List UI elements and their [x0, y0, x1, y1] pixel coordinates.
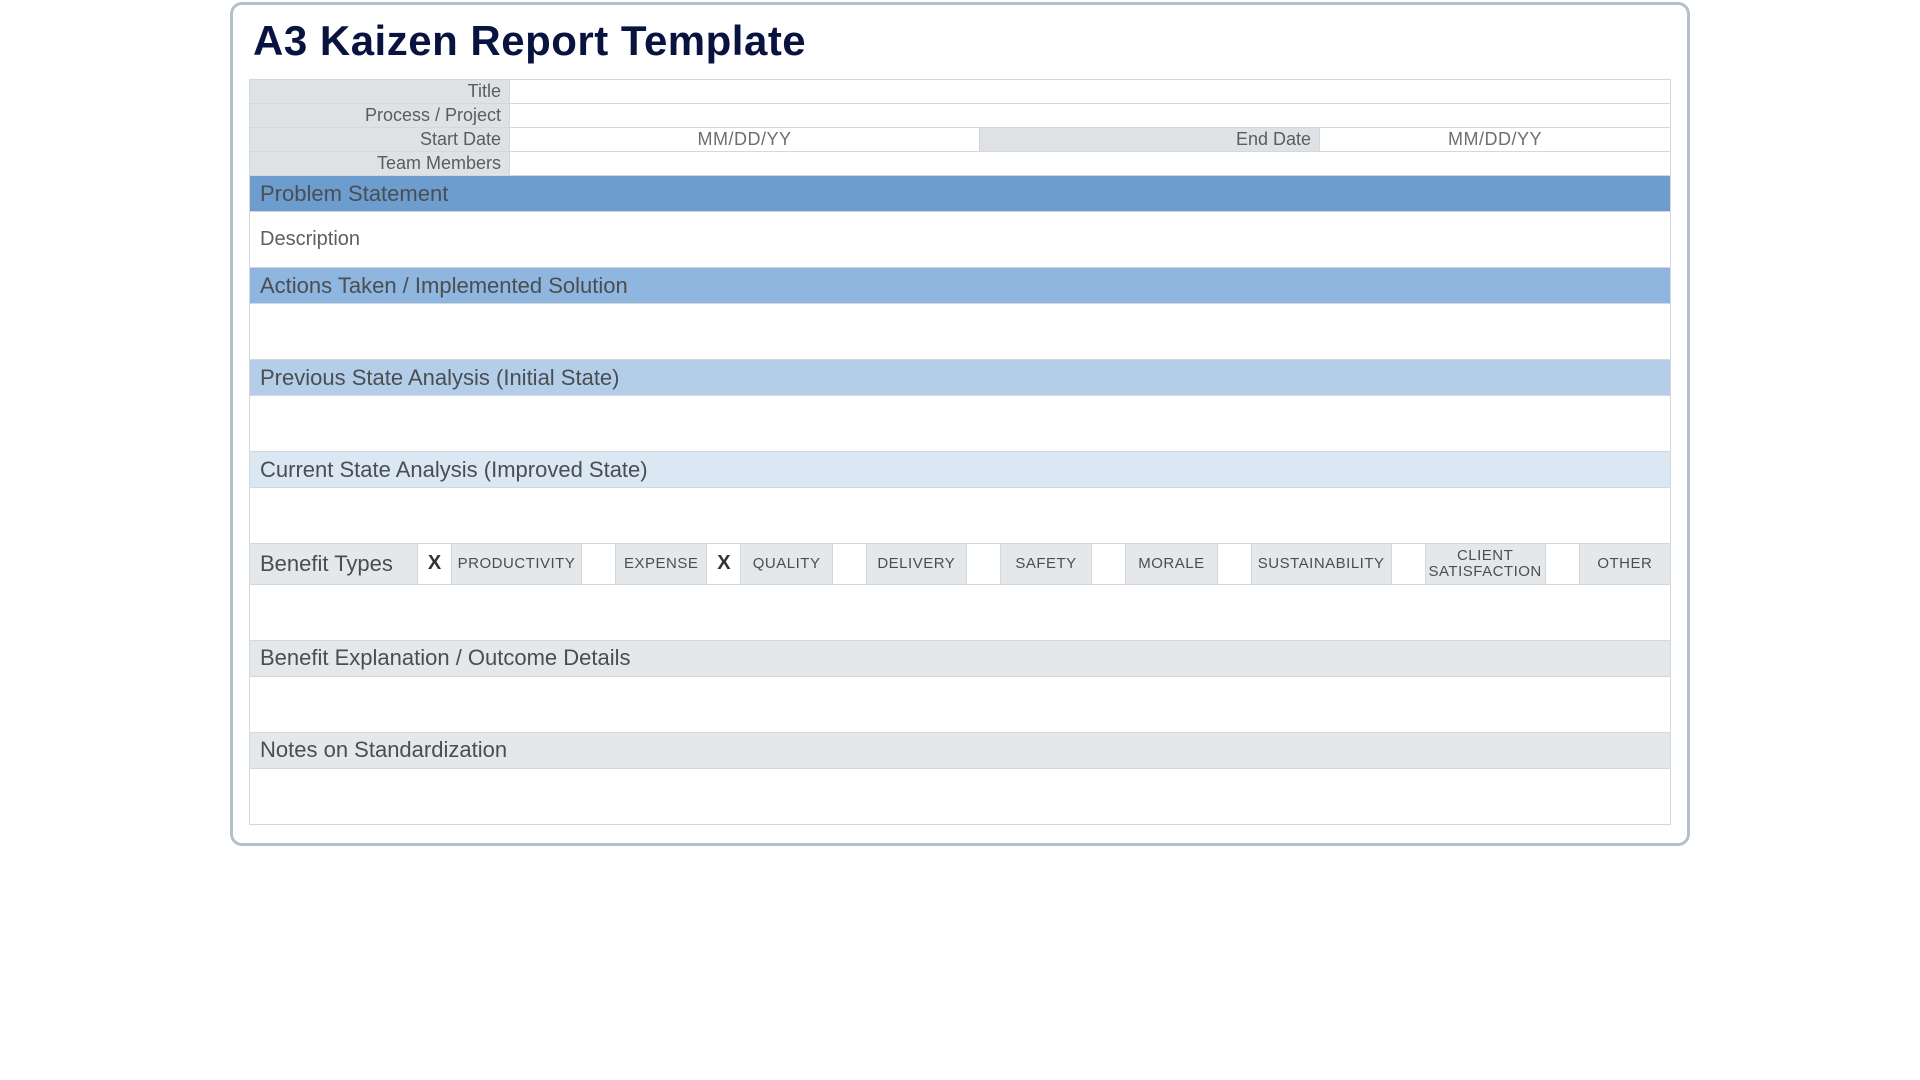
input-process-project[interactable] [510, 104, 1671, 128]
benefit-types-title: Benefit Types [250, 544, 418, 584]
problem-description-body[interactable]: Description [249, 212, 1671, 268]
label-team-members: Team Members [250, 152, 510, 176]
benefit-check-safety[interactable] [967, 544, 1001, 584]
label-title: Title [250, 80, 510, 104]
benefit-label-client-satisfaction: CLIENT SATISFACTION [1426, 544, 1546, 584]
label-process-project: Process / Project [250, 104, 510, 128]
label-start-date: Start Date [250, 128, 510, 152]
input-team-members[interactable] [510, 152, 1671, 176]
input-start-date[interactable]: MM/DD/YY [510, 128, 980, 152]
page-title: A3 Kaizen Report Template [253, 17, 1671, 65]
section-problem-statement: Problem Statement [249, 176, 1671, 212]
section-benefit-explanation: Benefit Explanation / Outcome Details [249, 641, 1671, 677]
notes-standardization-body[interactable] [249, 769, 1671, 825]
benefit-label-productivity: PRODUCTIVITY [452, 544, 582, 584]
benefit-label-sustainability: SUSTAINABILITY [1252, 544, 1392, 584]
benefit-label-delivery: DELIVERY [867, 544, 967, 584]
benefit-check-other[interactable] [1546, 544, 1580, 584]
previous-state-body[interactable] [249, 396, 1671, 452]
benefit-check-delivery[interactable] [833, 544, 867, 584]
input-title[interactable] [510, 80, 1671, 104]
current-state-body[interactable] [249, 488, 1671, 544]
section-actions-taken: Actions Taken / Implemented Solution [249, 268, 1671, 304]
benefit-check-expense[interactable] [582, 544, 616, 584]
input-end-date[interactable]: MM/DD/YY [1320, 128, 1671, 152]
problem-description-text: Description [260, 228, 360, 251]
label-end-date: End Date [980, 128, 1320, 152]
benefit-check-client-satisfaction[interactable] [1392, 544, 1426, 584]
actions-taken-body[interactable] [249, 304, 1671, 360]
benefit-check-quality[interactable]: X [707, 544, 741, 584]
benefit-label-morale: MORALE [1126, 544, 1217, 584]
section-notes-standardization: Notes on Standardization [249, 733, 1671, 769]
section-previous-state: Previous State Analysis (Initial State) [249, 360, 1671, 396]
a3-kaizen-report: A3 Kaizen Report Template Title Process … [230, 2, 1690, 846]
benefit-check-productivity[interactable]: X [418, 544, 452, 584]
header-info-table: Title Process / Project Start Date MM/DD… [249, 79, 1671, 176]
benefit-check-sustainability[interactable] [1218, 544, 1252, 584]
benefit-label-expense: EXPENSE [616, 544, 707, 584]
benefit-label-quality: QUALITY [741, 544, 832, 584]
benefit-types-body[interactable] [249, 585, 1671, 641]
benefit-check-morale[interactable] [1092, 544, 1126, 584]
benefit-types-row: Benefit Types X PRODUCTIVITY EXPENSE X Q… [249, 544, 1671, 585]
benefit-label-safety: SAFETY [1001, 544, 1092, 584]
benefit-label-other: OTHER [1580, 544, 1670, 584]
section-current-state: Current State Analysis (Improved State) [249, 452, 1671, 488]
benefit-explanation-body[interactable] [249, 677, 1671, 733]
